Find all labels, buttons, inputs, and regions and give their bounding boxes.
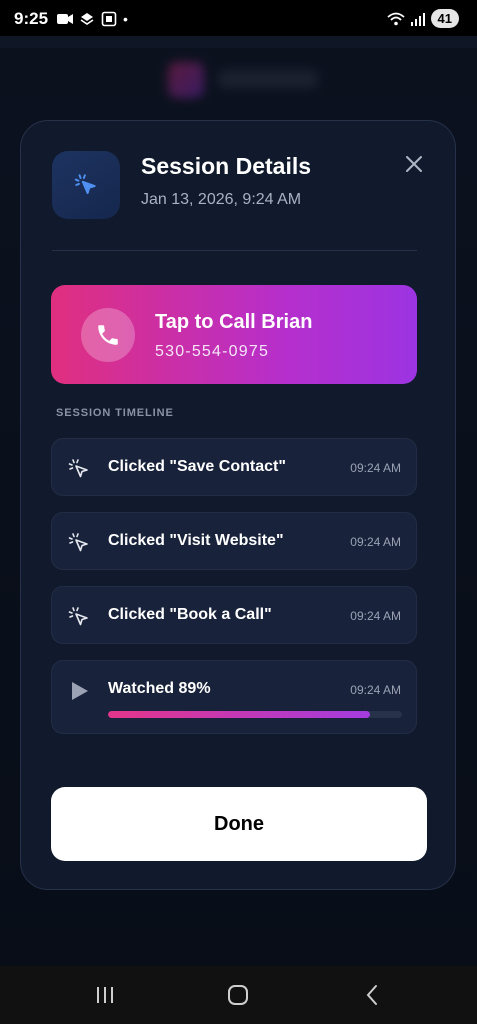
- back-button[interactable]: [359, 982, 385, 1008]
- session-date: Jan 13, 2026, 9:24 AM: [141, 191, 302, 208]
- video-call-icon: [57, 14, 73, 24]
- recent-apps-button[interactable]: [92, 982, 118, 1008]
- tap-to-call-button[interactable]: Tap to Call Brian 530-554-0975: [51, 285, 417, 384]
- header-icon-tile: [52, 151, 120, 219]
- status-system-icons: 41: [386, 9, 459, 28]
- watch-progress-bar: [108, 711, 402, 718]
- notification-dot: •: [123, 11, 128, 27]
- session-details-modal: Session Details Jan 13, 2026, 9:24 AM Ta…: [20, 120, 456, 890]
- cursor-click-icon: [68, 533, 88, 552]
- timeline-item-time: 09:24 AM: [350, 609, 401, 623]
- home-icon: [228, 985, 248, 1005]
- phone-icon: [98, 325, 118, 345]
- timeline-item-text: Clicked "Book a Call": [108, 606, 272, 623]
- close-button[interactable]: [401, 151, 427, 177]
- cursor-click-icon: [68, 459, 88, 478]
- timeline-item-watched: Watched 89% 09:24 AM: [51, 660, 417, 734]
- session-timeline-label: SESSION TIMELINE: [56, 407, 174, 419]
- call-phone-number: 530-554-0975: [155, 343, 270, 360]
- timeline-item: Clicked "Visit Website" 09:24 AM: [51, 512, 417, 570]
- wifi-icon: [386, 12, 405, 25]
- timeline-item-time: 09:24 AM: [350, 683, 401, 697]
- cursor-click-icon: [74, 174, 96, 195]
- system-navigation-bar: [0, 966, 477, 1024]
- modal-title: Session Details: [141, 153, 312, 179]
- timeline-item: Clicked "Save Contact" 09:24 AM: [51, 438, 417, 496]
- status-notification-icons: •: [57, 11, 128, 27]
- battery-indicator: 41: [430, 9, 459, 28]
- status-bar: 9:25 • 41: [0, 0, 477, 36]
- signal-icon: [410, 12, 425, 26]
- status-time: 9:25: [14, 9, 49, 28]
- timeline-item-text: Clicked "Visit Website": [108, 532, 284, 549]
- play-icon: [72, 682, 88, 700]
- timeline-item-time: 09:24 AM: [350, 461, 401, 475]
- done-button[interactable]: Done: [51, 787, 427, 861]
- watch-progress-fill: [108, 711, 370, 718]
- timeline-item: Clicked "Book a Call" 09:24 AM: [51, 586, 417, 644]
- screenshot-icon: [101, 11, 117, 27]
- header-divider: [52, 250, 417, 251]
- call-title: Tap to Call Brian: [155, 311, 313, 333]
- timeline-item-text: Watched 89%: [108, 680, 211, 697]
- recent-apps-icon: [97, 987, 113, 1003]
- close-icon: [406, 156, 422, 172]
- home-button[interactable]: [225, 982, 251, 1008]
- timeline-item-text: Clicked "Save Contact": [108, 458, 286, 475]
- phone-icon-circle: [81, 308, 135, 362]
- back-icon: [366, 985, 377, 1005]
- timeline-item-time: 09:24 AM: [350, 535, 401, 549]
- stack-icon: [80, 13, 94, 25]
- cursor-click-icon: [68, 607, 88, 626]
